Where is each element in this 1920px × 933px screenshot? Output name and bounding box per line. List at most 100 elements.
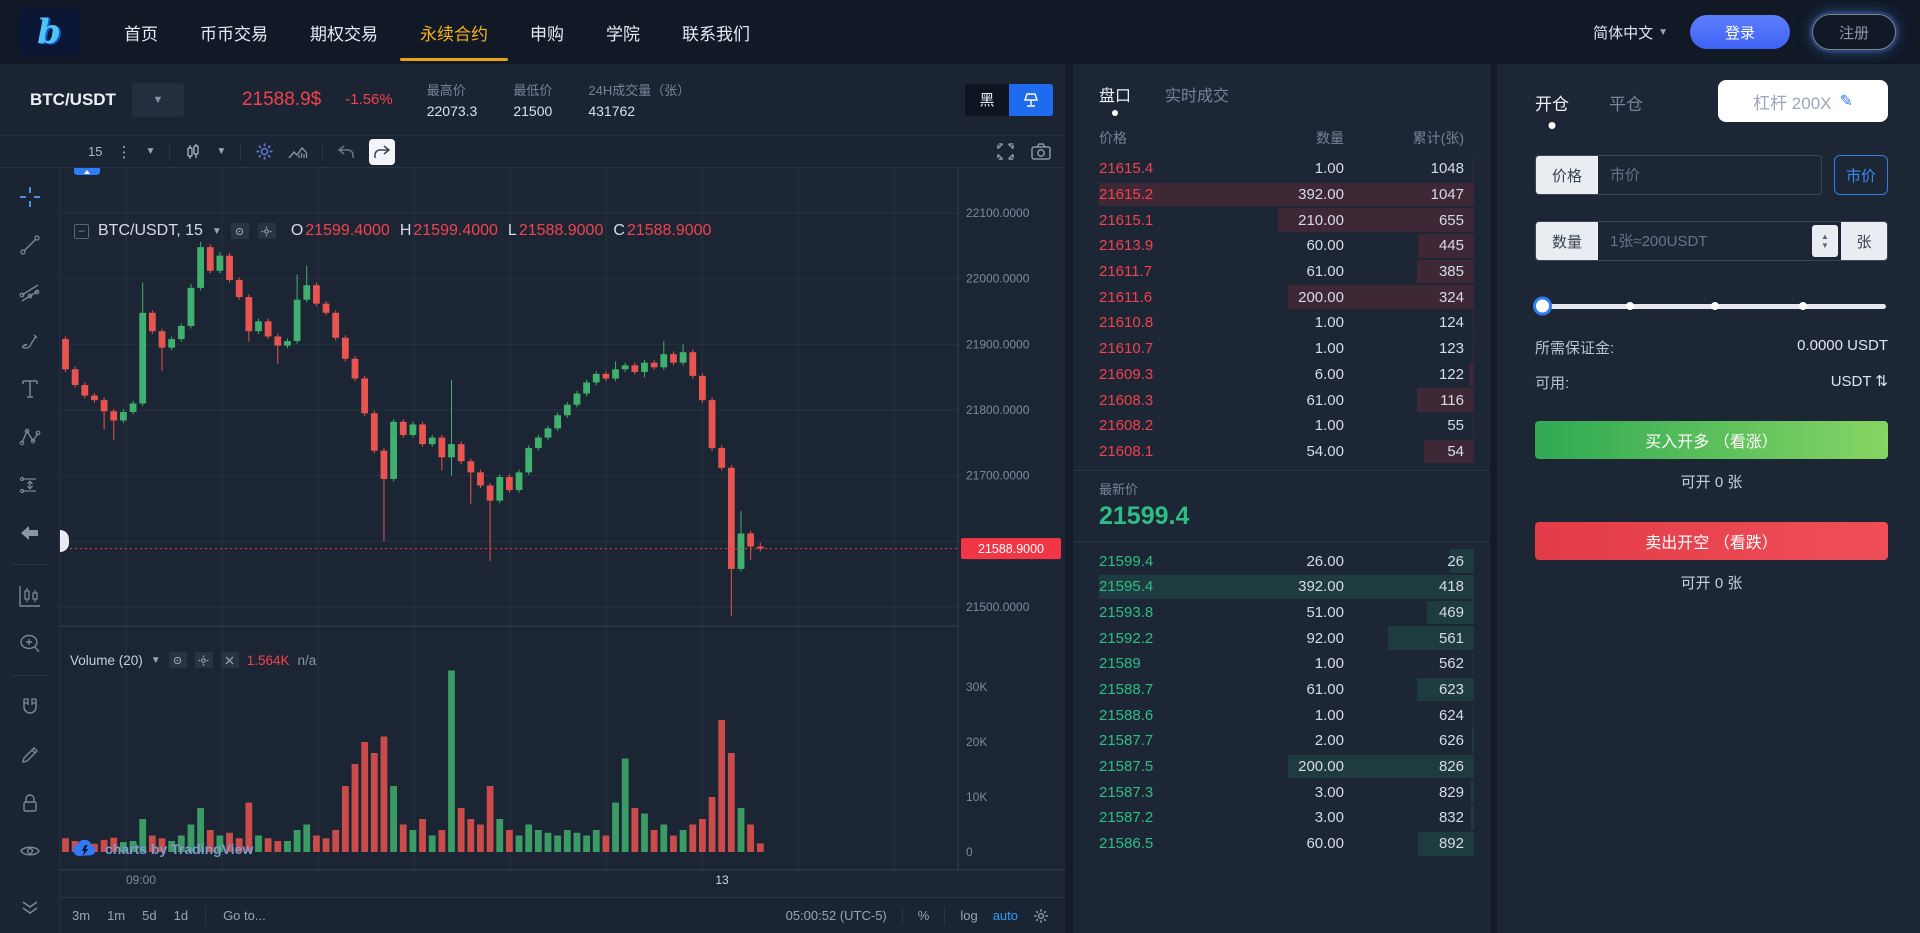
orderbook-ask-row[interactable]: 21613.960.00445 — [1099, 233, 1464, 259]
tool-trendline[interactable] — [11, 226, 49, 264]
trade-tab-0[interactable]: 开仓 — [1535, 90, 1569, 129]
range-button-1m[interactable]: 1m — [107, 908, 125, 923]
orderbook-ask-row[interactable]: 21615.1210.00655 — [1099, 207, 1464, 233]
orderbook-bid-row[interactable]: 21593.851.00469 — [1099, 600, 1464, 626]
tool-brush[interactable] — [11, 322, 49, 360]
edit-pencil-icon[interactable]: ✎ — [1840, 91, 1853, 111]
buy-long-button[interactable]: 买入开多 （看涨） — [1535, 421, 1888, 459]
orderbook-ask-row[interactable]: 21611.761.00385 — [1099, 259, 1464, 285]
undo-button[interactable] — [337, 145, 355, 159]
orderbook-ask-row[interactable]: 21608.361.00116 — [1099, 387, 1464, 413]
orderbook-ask-row[interactable]: 21615.2392.001047 — [1099, 182, 1464, 208]
orderbook-bid-row[interactable]: 21592.292.00561 — [1099, 625, 1464, 651]
pair-dropdown[interactable]: ▼ — [132, 83, 184, 117]
stepper-down-icon[interactable]: ▼ — [1821, 242, 1829, 250]
orderbook-ask-row[interactable]: 21610.81.00124 — [1099, 310, 1464, 336]
nav-item-5[interactable]: 学院 — [606, 0, 640, 64]
orderbook-bid-row[interactable]: 215891.00562 — [1099, 651, 1464, 677]
range-button-5d[interactable]: 5d — [142, 908, 156, 923]
axis-settings-button[interactable] — [1033, 908, 1049, 924]
tool-zoom-in[interactable] — [11, 625, 49, 663]
stepper-up-icon[interactable]: ▲ — [1821, 233, 1829, 241]
fullscreen-button[interactable] — [996, 142, 1015, 161]
candle-style-caret-icon[interactable]: ▼ — [216, 146, 226, 157]
tool-candles[interactable] — [11, 577, 49, 615]
tradingview-attribution[interactable]: charts by TradingView — [72, 840, 253, 858]
orderbook-bid-row[interactable]: 21587.72.00626 — [1099, 728, 1464, 754]
volume-close-icon[interactable] — [221, 652, 239, 668]
slider-dot[interactable] — [1711, 302, 1719, 310]
transfer-arrows-icon[interactable]: ⇅ — [1875, 373, 1888, 390]
indicators-button[interactable] — [288, 144, 308, 160]
time-axis-labels[interactable]: 09:0013 — [126, 873, 729, 887]
leverage-chip[interactable]: 杠杆 200X ✎ — [1718, 80, 1888, 122]
chart-canvas[interactable]: 22100.000022000.000021900.000021800.0000… — [60, 168, 1065, 897]
orderbook-ask-row[interactable]: 21608.154.0054 — [1099, 439, 1464, 465]
orderbook-tab-1[interactable]: 实时成交 — [1165, 82, 1229, 118]
chart-settings-button[interactable] — [255, 142, 274, 161]
quantity-slider[interactable] — [1535, 297, 1888, 315]
quantity-input[interactable] — [1598, 233, 1812, 250]
register-button[interactable]: 注册 — [1812, 14, 1896, 50]
login-button[interactable]: 登录 — [1690, 15, 1790, 49]
orderbook-bid-row[interactable]: 21588.61.00624 — [1099, 702, 1464, 728]
orderbook-bid-row[interactable]: 21595.4392.00418 — [1099, 574, 1464, 600]
nav-item-1[interactable]: 币币交易 — [200, 0, 268, 64]
percent-scale-button[interactable]: % — [918, 908, 930, 923]
nav-item-0[interactable]: 首页 — [124, 0, 158, 64]
nav-item-3[interactable]: 永续合约 — [420, 0, 488, 64]
volume-settings-icon[interactable] — [195, 652, 213, 668]
brand-logo[interactable]: b — [18, 8, 80, 56]
tool-pencil[interactable] — [11, 736, 49, 774]
tool-pattern[interactable] — [11, 418, 49, 456]
goto-button[interactable]: Go to... — [223, 908, 266, 923]
tool-forecast[interactable] — [11, 466, 49, 504]
orderbook-bid-row[interactable]: 21587.33.00829 — [1099, 779, 1464, 805]
orderbook-bid-row[interactable]: 21599.426.0026 — [1099, 548, 1464, 574]
legend-caret-icon[interactable]: ▼ — [212, 226, 222, 237]
clock-label[interactable]: 05:00:52 (UTC-5) — [786, 908, 887, 923]
theme-light-button[interactable] — [1009, 84, 1053, 116]
tool-magnet[interactable] — [11, 688, 49, 726]
auto-scale-button[interactable]: auto — [993, 908, 1018, 923]
sell-short-button[interactable]: 卖出开空 （看跌） — [1535, 522, 1888, 560]
nav-item-2[interactable]: 期权交易 — [310, 0, 378, 64]
tool-text[interactable] — [11, 370, 49, 408]
screenshot-button[interactable] — [1031, 143, 1051, 160]
log-scale-button[interactable]: log — [960, 908, 977, 923]
orderbook-ask-row[interactable]: 21611.6200.00324 — [1099, 284, 1464, 310]
legend-settings-icon[interactable] — [258, 223, 276, 239]
nav-item-6[interactable]: 联系我们 — [682, 0, 750, 64]
candle-style-button[interactable] — [184, 143, 202, 161]
market-price-button[interactable]: 市价 — [1834, 155, 1888, 195]
trade-tab-1[interactable]: 平仓 — [1609, 90, 1643, 129]
price-chart[interactable]: 22100.000022000.000021900.000021800.0000… — [60, 168, 1065, 897]
orderbook-bid-row[interactable]: 21586.560.00892 — [1099, 831, 1464, 857]
tool-lock[interactable] — [11, 784, 49, 822]
volume-eye-icon[interactable] — [169, 652, 187, 668]
tool-arrow[interactable] — [11, 514, 49, 552]
orderbook-ask-row[interactable]: 21608.21.0055 — [1099, 413, 1464, 439]
theme-dark-button[interactable]: 黑 — [965, 84, 1009, 116]
interval-menu-icon[interactable]: ⋮ — [116, 143, 131, 161]
redo-button[interactable] — [369, 139, 395, 165]
volume-caret-icon[interactable]: ▼ — [151, 655, 161, 666]
range-button-1d[interactable]: 1d — [174, 908, 188, 923]
toolbar-collapse-button[interactable] — [11, 889, 49, 927]
language-selector[interactable]: 简体中文 ▼ — [1593, 22, 1668, 43]
tool-crosshair[interactable] — [11, 178, 49, 216]
range-button-3m[interactable]: 3m — [72, 908, 90, 923]
slider-dot[interactable] — [1799, 302, 1807, 310]
slider-dot[interactable] — [1626, 302, 1634, 310]
tool-fib[interactable] — [11, 274, 49, 312]
orderbook-bid-row[interactable]: 21588.761.00623 — [1099, 677, 1464, 703]
slider-handle[interactable] — [1533, 297, 1552, 316]
interval-button[interactable]: 15 — [88, 144, 102, 159]
orderbook-ask-row[interactable]: 21610.71.00123 — [1099, 336, 1464, 362]
collapse-legend-icon[interactable]: – — [74, 224, 89, 239]
price-axis-labels[interactable]: 22100.000022000.000021900.000021800.0000… — [966, 206, 1030, 859]
orderbook-ask-row[interactable]: 21609.36.00122 — [1099, 362, 1464, 388]
nav-item-4[interactable]: 申购 — [530, 0, 564, 64]
orderbook-ask-row[interactable]: 21615.41.001048 — [1099, 156, 1464, 182]
legend-eye-icon[interactable] — [231, 223, 249, 239]
